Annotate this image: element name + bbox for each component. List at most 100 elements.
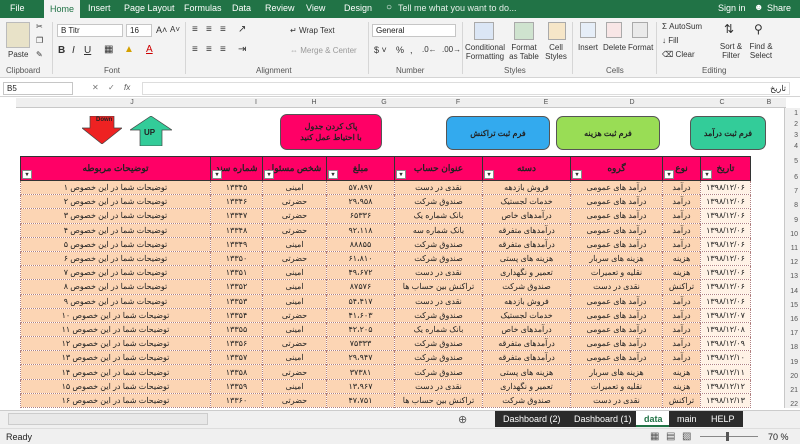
cell-styles-button[interactable]: Cell Styles (544, 43, 568, 61)
row-header[interactable]: 9 (794, 217, 798, 224)
table-cell[interactable]: تراکنش بین حساب ها (394, 279, 483, 295)
column-header-d[interactable]: D (612, 99, 652, 106)
table-cell[interactable]: امینی (262, 265, 327, 281)
row-header[interactable]: 11 (791, 245, 798, 252)
shrink-font-icon[interactable]: A˅ (170, 25, 180, 34)
sheet-tab-dashboard-2[interactable]: Dashboard (2) (495, 411, 569, 427)
row-header[interactable]: 22 (790, 401, 798, 408)
comma-icon[interactable]: , (410, 45, 413, 55)
table-cell[interactable]: ۶۵۳۳۶ (326, 208, 395, 224)
table-cell[interactable]: نقدی در دست (570, 279, 663, 295)
enter-icon[interactable]: ✓ (108, 83, 115, 92)
filter-dropdown-icon[interactable]: ▾ (572, 170, 582, 179)
table-cell[interactable]: حضرتی (262, 392, 327, 408)
column-header-cell[interactable]: مبلغ ▾ (326, 156, 395, 181)
table-cell[interactable]: حضرتی (262, 336, 327, 352)
row-header[interactable]: 13 (790, 273, 798, 280)
table-cell[interactable]: صندوق شرکت (394, 350, 483, 366)
table-cell[interactable]: حضرتی (262, 364, 327, 380)
table-cell[interactable]: توضیحات شما در این خصوص ۱۱ (20, 321, 211, 338)
filter-dropdown-icon[interactable]: ▾ (264, 170, 274, 179)
filter-dropdown-icon[interactable]: ▾ (396, 170, 406, 179)
table-cell[interactable]: ۱۳۹۸/۱۲/۰۶ (700, 265, 751, 281)
cut-icon[interactable]: ✂ (36, 22, 43, 31)
table-cell[interactable]: بانک شماره سه (394, 222, 483, 238)
table-cell[interactable]: ۵۴،۴۱۷ (326, 293, 395, 309)
normal-view-icon[interactable]: ▦ (650, 431, 659, 442)
table-cell[interactable]: صندوق شرکت (394, 364, 483, 380)
table-cell[interactable]: صندوق شرکت (482, 279, 571, 295)
table-cell[interactable]: حضرتی (262, 208, 327, 224)
sheet-tab-help[interactable]: HELP (703, 411, 743, 427)
table-cell[interactable]: توضیحات شما در این خصوص ۱۵ (20, 378, 211, 394)
column-header-g[interactable]: G (364, 99, 404, 106)
table-cell[interactable]: نقدی در دست (394, 378, 483, 394)
filter-dropdown-icon[interactable]: ▾ (212, 170, 222, 179)
table-cell[interactable]: درآمد های عمومی (570, 293, 663, 309)
indent-icon[interactable]: ⇥ (238, 44, 246, 55)
transfer-form-button[interactable]: فرم ثبت تراکنش (446, 116, 550, 150)
page-break-view-icon[interactable]: ▧ (682, 431, 691, 442)
table-cell[interactable]: ۱۳۳۵۵ (210, 321, 263, 338)
table-cell[interactable]: ۱۳۹۸/۱۲/۱۳ (700, 392, 751, 408)
row-header[interactable]: 6 (794, 174, 798, 181)
sheet-tab-data[interactable]: data (636, 411, 671, 427)
table-cell[interactable]: ۱۳۳۴۵ (210, 179, 263, 196)
column-header-e[interactable]: E (526, 99, 566, 106)
row-header[interactable]: 5 (794, 158, 798, 165)
table-cell[interactable]: توضیحات شما در این خصوص ۲ (20, 194, 211, 210)
filter-dropdown-icon[interactable]: ▾ (702, 170, 712, 179)
table-cell[interactable]: نقدی در دست (394, 293, 483, 309)
fx-icon[interactable]: fx (124, 83, 130, 92)
column-header-cell[interactable]: تاریخ ▾ (700, 156, 751, 181)
format-as-table-icon[interactable] (514, 22, 534, 40)
table-cell[interactable]: ۱۳،۹۶۷ (326, 378, 395, 394)
table-cell[interactable]: ۱۳۹۸/۱۲/۰۸ (700, 321, 751, 338)
row-header[interactable]: 17 (790, 330, 798, 337)
table-cell[interactable]: هزینه (662, 265, 701, 281)
table-cell[interactable]: توضیحات شما در این خصوص ۱۲ (20, 336, 211, 352)
tab-file[interactable]: File (10, 3, 25, 13)
table-cell[interactable]: ۱۳۳۵۴ (210, 307, 263, 323)
table-cell[interactable]: درآمدهای خاص (482, 208, 571, 224)
table-cell[interactable]: ۴۹،۶۷۲ (326, 265, 395, 281)
table-cell[interactable]: هزینه (662, 364, 701, 380)
format-painter-icon[interactable]: ✎ (36, 50, 43, 59)
table-cell[interactable]: ۴۲،۲۰۵ (326, 321, 395, 338)
table-cell[interactable]: ۱۳۹۸/۱۲/۰۶ (700, 222, 751, 238)
table-cell[interactable]: ۱۳۹۸/۱۲/۰۶ (700, 194, 751, 210)
table-cell[interactable]: نقدی در دست (394, 179, 483, 196)
table-cell[interactable]: ۱۳،۹۶۰ (326, 406, 395, 408)
table-cell[interactable]: درآمد (662, 194, 701, 210)
table-cell[interactable]: درآمد های عمومی (570, 222, 663, 238)
table-cell[interactable]: درآمد (662, 293, 701, 309)
row-header[interactable]: 1 (794, 110, 798, 117)
table-cell[interactable]: بانک شماره یک (394, 321, 483, 338)
tab-review[interactable]: Review (265, 3, 295, 13)
column-header-cell[interactable]: شماره سند ▾ (210, 156, 263, 181)
table-cell[interactable]: ۸۷۵۷۶ (326, 279, 395, 295)
paste-icon[interactable] (6, 22, 30, 48)
zoom-slider[interactable] (700, 436, 758, 437)
name-box[interactable]: B5 (3, 82, 73, 95)
down-button[interactable]: Down (81, 115, 123, 145)
conditional-formatting-icon[interactable] (474, 22, 494, 40)
table-cell[interactable]: ۲۹،۹۴۷ (326, 350, 395, 366)
table-cell[interactable]: توضیحات شما در این خصوص ۱۷ (20, 406, 211, 408)
align-center-icon[interactable]: ≡ (206, 44, 212, 55)
sort-filter-button[interactable]: Sort & Filter (717, 42, 745, 60)
table-cell[interactable]: صندوق شرکت (394, 236, 483, 252)
table-cell[interactable]: درآمد (662, 307, 701, 323)
row-header[interactable]: 18 (790, 344, 798, 351)
table-cell[interactable]: ۳۷۳۸۱ (326, 364, 395, 380)
number-format-box[interactable]: General (372, 24, 456, 37)
table-cell[interactable]: تراکنش (662, 392, 701, 408)
table-cell[interactable]: نقلیه و تعمیرات (570, 378, 663, 394)
italic-icon[interactable]: I (72, 45, 75, 56)
row-header[interactable]: 8 (794, 202, 798, 209)
table-cell[interactable]: تراکنش بین حساب ها (394, 392, 483, 408)
table-cell[interactable]: درآمد های عمومی (570, 236, 663, 252)
tab-view[interactable]: View (306, 3, 325, 13)
table-cell[interactable]: ۱۳۳۴۶ (210, 194, 263, 210)
table-cell[interactable]: ۱۳۳۴۸ (210, 222, 263, 238)
